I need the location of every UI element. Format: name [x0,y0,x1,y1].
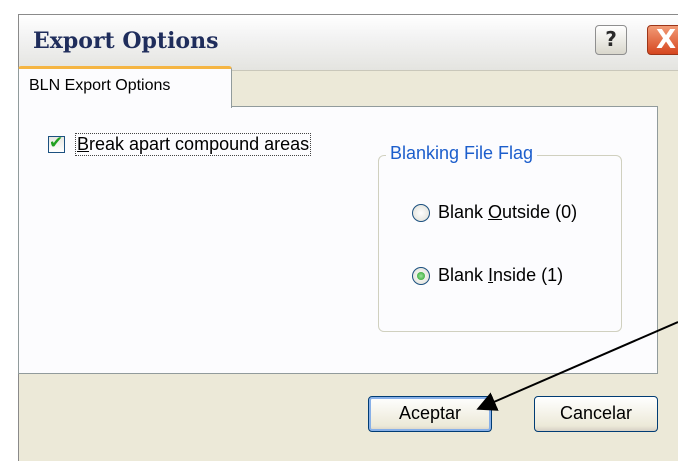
blank-inside-label[interactable]: Blank Inside (1) [438,265,563,286]
blanking-file-flag-title: Blanking File Flag [386,143,538,164]
close-button[interactable]: X [647,25,678,55]
help-button[interactable]: ? [595,25,627,55]
blank-inside-radio[interactable] [412,267,430,285]
title-bar[interactable]: Export Options ? X [19,15,678,71]
blanking-file-flag-group [378,155,622,332]
checkmark-icon: ✔ [49,133,64,153]
aceptar-button[interactable]: Aceptar [368,396,492,432]
dialog-title: Export Options [33,28,219,54]
tab-bln-export-options[interactable]: BLN Export Options [18,66,232,108]
radio-selected-dot [417,272,425,280]
blank-outside-radio[interactable] [412,204,430,222]
tab-label: BLN Export Options [29,77,171,94]
break-apart-label[interactable]: Break apart compound areas [74,133,312,156]
break-apart-checkbox[interactable]: ✔ [48,133,65,153]
close-icon: X [656,25,677,55]
blank-outside-label[interactable]: Blank Outside (0) [438,202,577,223]
cancelar-button[interactable]: Cancelar [534,396,658,432]
